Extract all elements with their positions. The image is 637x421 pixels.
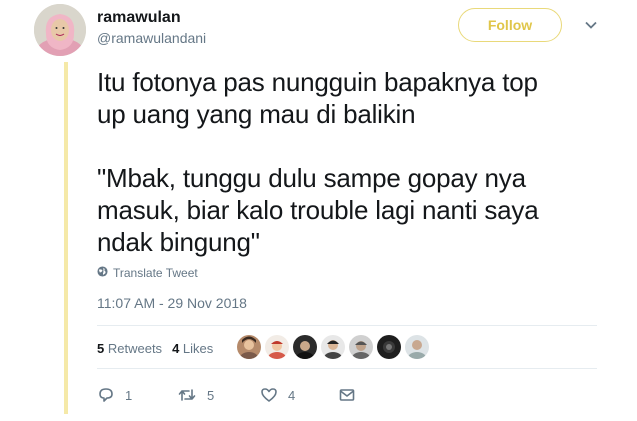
direct-message-action[interactable] xyxy=(338,386,356,404)
likes-stat[interactable]: 4 Likes xyxy=(172,341,213,356)
liker-avatar[interactable] xyxy=(377,335,401,359)
reply-count: 1 xyxy=(125,387,133,403)
retweet-icon xyxy=(177,386,197,404)
follow-button[interactable]: Follow xyxy=(458,8,562,42)
reply-icon xyxy=(97,386,115,404)
avatar[interactable] xyxy=(34,4,86,56)
like-action[interactable]: 4 xyxy=(260,386,295,404)
liker-avatar[interactable] xyxy=(349,335,373,359)
chevron-down-icon[interactable] xyxy=(584,18,598,32)
globe-icon xyxy=(97,266,108,280)
translate-label[interactable]: Translate Tweet xyxy=(113,266,198,280)
liker-avatar[interactable] xyxy=(237,335,261,359)
retweets-count: 5 xyxy=(97,341,105,356)
envelope-icon xyxy=(338,386,356,404)
likes-count: 4 xyxy=(172,341,180,356)
divider xyxy=(97,368,597,369)
reply-action[interactable]: 1 xyxy=(97,386,132,404)
tweet-timestamp[interactable]: 11:07 AM - 29 Nov 2018 xyxy=(97,295,247,311)
liker-avatars xyxy=(237,335,429,359)
user-handle[interactable]: @ramawulandani xyxy=(97,30,206,46)
divider xyxy=(97,325,597,326)
user-name[interactable]: ramawulan xyxy=(97,9,181,27)
like-count: 4 xyxy=(288,387,296,403)
tweet-stats: 5 Retweets 4 Likes xyxy=(97,341,213,356)
tweet-text: Itu fotonya pas nungguin bapaknya top up… xyxy=(97,67,539,257)
retweets-label: Retweets xyxy=(107,341,163,356)
liker-avatar[interactable] xyxy=(321,335,345,359)
retweets-stat[interactable]: 5 Retweets xyxy=(97,341,162,356)
liker-avatar[interactable] xyxy=(293,335,317,359)
heart-icon xyxy=(260,386,278,404)
likes-label: Likes xyxy=(182,341,214,356)
thread-line xyxy=(64,62,68,414)
retweet-action[interactable]: 5 xyxy=(177,386,214,404)
retweet-count: 5 xyxy=(207,387,215,403)
translate-tweet-link[interactable]: Translate Tweet xyxy=(97,266,198,280)
liker-avatar[interactable] xyxy=(405,335,429,359)
liker-avatar[interactable] xyxy=(265,335,289,359)
